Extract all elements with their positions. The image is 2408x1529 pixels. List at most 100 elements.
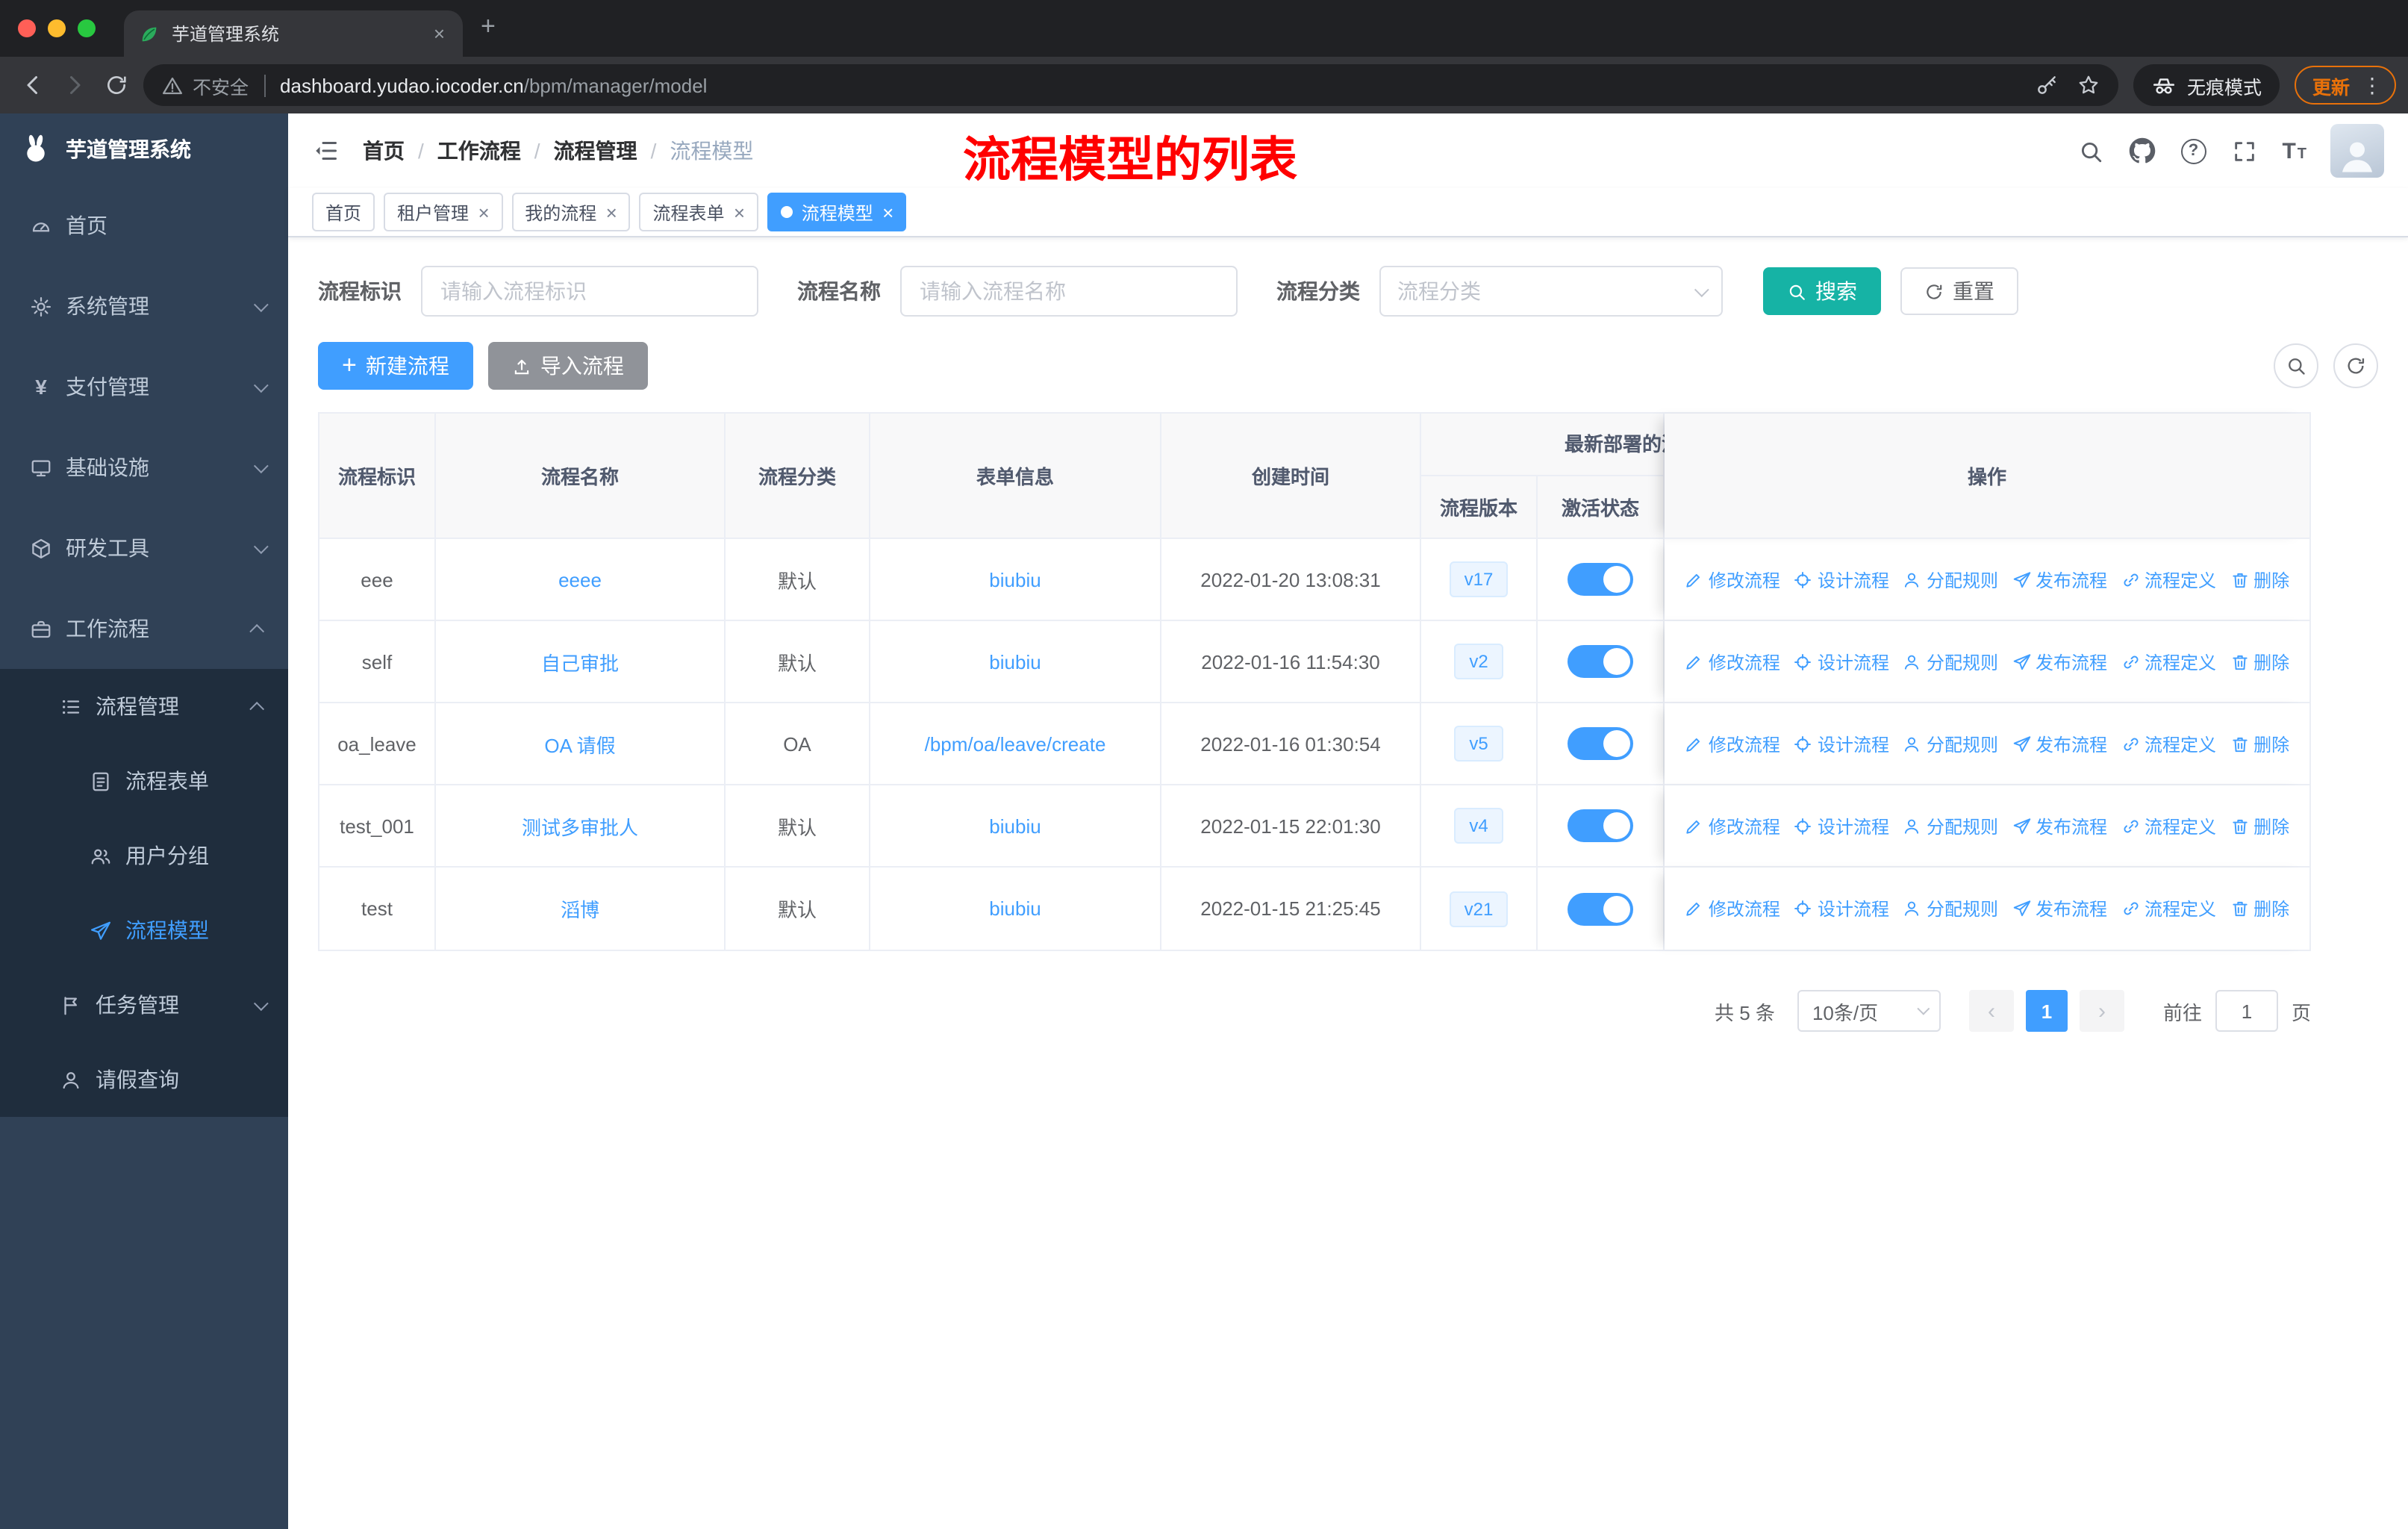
bookmark-star-icon[interactable] [2077, 73, 2100, 97]
active-toggle[interactable] [1568, 727, 1633, 760]
sidebar-item-leave-query[interactable]: 请假查询 [0, 1042, 288, 1117]
active-toggle[interactable] [1568, 563, 1633, 596]
action-edit-process[interactable]: 修改流程 [1685, 896, 1780, 921]
window-close-button[interactable] [18, 19, 36, 37]
update-button[interactable]: 更新 ⋮ [2294, 66, 2396, 105]
sidebar-item-user-group[interactable]: 用户分组 [0, 818, 288, 893]
action-process-definition[interactable]: 流程定义 [2121, 649, 2216, 674]
action-publish-process[interactable]: 发布流程 [2012, 731, 2107, 756]
action-publish-process[interactable]: 发布流程 [2012, 567, 2107, 592]
import-process-button[interactable]: 导入流程 [487, 342, 648, 390]
new-tab-button[interactable]: + [481, 12, 496, 42]
forward-button[interactable] [54, 64, 96, 106]
action-publish-process[interactable]: 发布流程 [2012, 813, 2107, 838]
form-link[interactable]: biubiu [989, 897, 1041, 920]
sidebar-item-payment[interactable]: ¥ 支付管理 [0, 346, 288, 427]
window-zoom-button[interactable] [78, 19, 96, 37]
avatar[interactable] [2330, 124, 2384, 178]
reset-button[interactable]: 重置 [1900, 267, 2018, 315]
action-edit-process[interactable]: 修改流程 [1685, 813, 1780, 838]
action-delete[interactable]: 删除 [2230, 731, 2289, 756]
action-assign-rule[interactable]: 分配规则 [1903, 731, 1998, 756]
breadcrumb-process-management[interactable]: 流程管理 [554, 136, 637, 166]
process-key-input[interactable] [421, 266, 758, 317]
create-process-button[interactable]: + 新建流程 [318, 342, 473, 390]
sidebar-item-infrastructure[interactable]: 基础设施 [0, 427, 288, 508]
form-link[interactable]: biubiu [989, 568, 1041, 591]
active-toggle[interactable] [1568, 645, 1633, 678]
tag-tenant-management[interactable]: 租户管理 × [384, 193, 503, 231]
process-name-link[interactable]: 测试多审批人 [522, 812, 638, 840]
tab-close-icon[interactable]: × [431, 22, 448, 45]
password-key-icon[interactable] [2035, 73, 2059, 97]
sidebar-item-task-management[interactable]: 任务管理 [0, 968, 288, 1042]
sidebar-item-devtools[interactable]: 研发工具 [0, 508, 288, 588]
tag-my-process[interactable]: 我的流程 × [511, 193, 631, 231]
search-button[interactable]: 搜索 [1763, 267, 1881, 315]
page-number-current[interactable]: 1 [2025, 990, 2068, 1032]
action-assign-rule[interactable]: 分配规则 [1903, 896, 1998, 921]
action-assign-rule[interactable]: 分配规则 [1903, 567, 1998, 592]
tag-home[interactable]: 首页 [312, 193, 375, 231]
browser-tab[interactable]: 芋道管理系统 × [124, 10, 463, 57]
action-delete[interactable]: 删除 [2230, 567, 2289, 592]
close-icon[interactable]: × [882, 202, 893, 222]
form-link[interactable]: biubiu [989, 650, 1041, 673]
back-button[interactable] [12, 64, 54, 106]
process-name-link[interactable]: 自己审批 [541, 647, 619, 676]
goto-page-input[interactable] [2215, 990, 2278, 1032]
close-icon[interactable]: × [605, 202, 617, 222]
action-design-process[interactable]: 设计流程 [1794, 896, 1889, 921]
process-name-link[interactable]: OA 请假 [544, 729, 615, 758]
fullscreen-icon[interactable] [2231, 138, 2256, 164]
action-design-process[interactable]: 设计流程 [1794, 649, 1889, 674]
action-publish-process[interactable]: 发布流程 [2012, 896, 2107, 921]
sidebar-item-process-form[interactable]: 流程表单 [0, 744, 288, 818]
process-name-link[interactable]: eeee [558, 568, 602, 591]
action-design-process[interactable]: 设计流程 [1794, 731, 1889, 756]
action-process-definition[interactable]: 流程定义 [2121, 731, 2216, 756]
reload-button[interactable] [96, 64, 137, 106]
form-link[interactable]: /bpm/oa/leave/create [925, 732, 1106, 755]
action-design-process[interactable]: 设计流程 [1794, 813, 1889, 838]
action-edit-process[interactable]: 修改流程 [1685, 567, 1780, 592]
action-edit-process[interactable]: 修改流程 [1685, 731, 1780, 756]
action-process-definition[interactable]: 流程定义 [2121, 567, 2216, 592]
active-toggle[interactable] [1568, 892, 1633, 925]
active-toggle[interactable] [1568, 809, 1633, 842]
page-size-select[interactable]: 10条/页 [1797, 990, 1941, 1032]
search-icon[interactable] [2077, 138, 2103, 164]
action-edit-process[interactable]: 修改流程 [1685, 649, 1780, 674]
action-delete[interactable]: 删除 [2230, 649, 2289, 674]
breadcrumb-workflow[interactable]: 工作流程 [437, 136, 521, 166]
action-process-definition[interactable]: 流程定义 [2121, 896, 2216, 921]
next-page-button[interactable]: › [2079, 990, 2124, 1032]
action-design-process[interactable]: 设计流程 [1794, 567, 1889, 592]
process-name-link[interactable]: 滔博 [561, 894, 599, 923]
toggle-search-button[interactable] [2274, 343, 2318, 388]
close-icon[interactable]: × [734, 202, 745, 222]
refresh-table-button[interactable] [2333, 343, 2378, 388]
font-size-icon[interactable]: TT [2282, 140, 2306, 162]
browser-menu-icon[interactable]: ⋮ [2357, 72, 2387, 98]
sidebar-item-process-management[interactable]: 流程管理 [0, 669, 288, 744]
help-icon[interactable]: ? [2180, 138, 2206, 164]
process-name-input[interactable] [900, 266, 1238, 317]
sidebar-item-process-model[interactable]: 流程模型 [0, 893, 288, 968]
breadcrumb-home[interactable]: 首页 [363, 136, 405, 166]
action-delete[interactable]: 删除 [2230, 896, 2289, 921]
sidebar-toggle-icon[interactable] [312, 137, 339, 164]
action-delete[interactable]: 删除 [2230, 813, 2289, 838]
tag-process-model[interactable]: 流程模型 × [767, 193, 907, 231]
prev-page-button[interactable]: ‹ [1968, 990, 2014, 1032]
github-icon[interactable] [2128, 137, 2155, 164]
category-select[interactable]: 流程分类 [1379, 266, 1723, 317]
form-link[interactable]: biubiu [989, 815, 1041, 837]
window-minimize-button[interactable] [48, 19, 66, 37]
address-bar[interactable]: 不安全 dashboard.yudao.iocoder.cn /bpm/mana… [143, 64, 2118, 106]
sidebar-item-system[interactable]: 系统管理 [0, 266, 288, 346]
close-icon[interactable]: × [478, 202, 489, 222]
action-assign-rule[interactable]: 分配规则 [1903, 813, 1998, 838]
action-assign-rule[interactable]: 分配规则 [1903, 649, 1998, 674]
action-publish-process[interactable]: 发布流程 [2012, 649, 2107, 674]
